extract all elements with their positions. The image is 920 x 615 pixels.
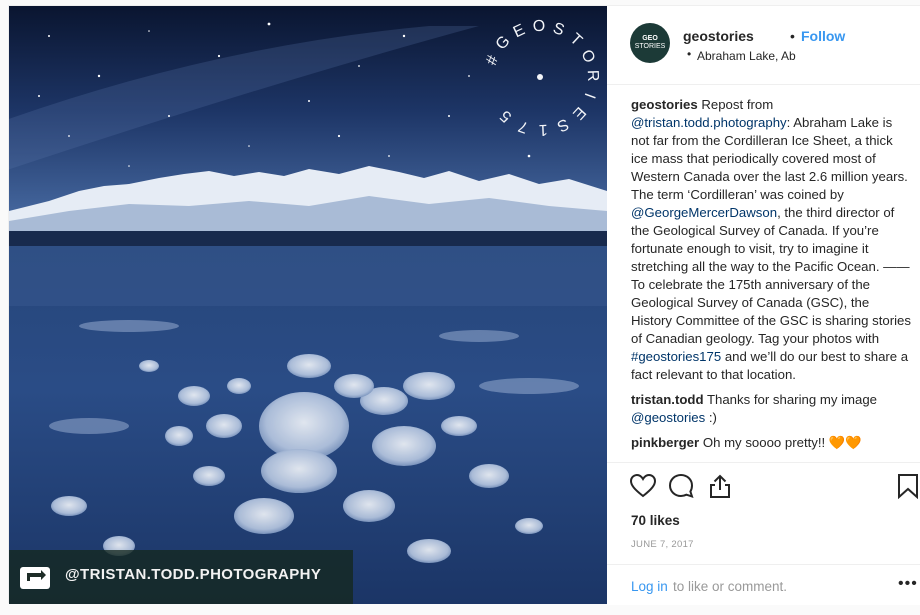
repost-icon (20, 567, 50, 589)
comment-item: tristan.todd Thanks for sharing my image… (631, 391, 911, 427)
comment-text: , the third director of the Geological S… (631, 205, 911, 346)
comment-link[interactable]: @geostories (631, 410, 705, 425)
comment-text: Oh my soooo pretty!! 🧡🧡 (699, 435, 862, 450)
avatar-text-line2: STORIES (634, 43, 666, 50)
comment-item: geostories Repost from @tristan.todd.pho… (631, 96, 911, 384)
share-icon[interactable] (707, 473, 733, 499)
follow-button[interactable]: Follow (801, 28, 845, 44)
comment-text: Repost from (697, 97, 774, 112)
comment-link[interactable]: #geostories175 (631, 349, 721, 364)
comment-icon[interactable] (668, 473, 694, 499)
location-bullet: • (687, 47, 692, 61)
photo-credit-bar: @TRISTAN.TODD.PHOTOGRAPHY (9, 550, 353, 604)
stamp-center-dot (537, 74, 543, 80)
comment-username[interactable]: tristan.todd (631, 392, 704, 407)
post-location[interactable]: Abraham Lake, Ab (697, 49, 796, 63)
comment-username[interactable]: geostories (631, 97, 698, 112)
post-username[interactable]: geostories (683, 28, 754, 44)
login-prompt-text: to like or comment. (673, 579, 788, 594)
geostories-stamp: # G E O S T O R I E S 1 7 5 (481, 18, 601, 138)
post-header: GEO STORIES geostories • Follow • Abraha… (607, 6, 920, 85)
post-card: # G E O S T O R I E S 1 7 5 @TRISTAN.TODD.PHOTOGRAPHY… (8, 5, 920, 605)
post-photo[interactable]: # G E O S T O R I E S 1 7 5 @TRISTAN.TODD.PHOTOGRAPHY (9, 6, 607, 604)
actions-panel: 70 likes JUNE 7, 2017 Log in to like or … (607, 462, 920, 605)
post-date: JUNE 7, 2017 (631, 539, 694, 550)
avatar-text-line1: GEO (642, 35, 658, 42)
heart-icon[interactable] (630, 473, 656, 499)
photo-credit-handle: @TRISTAN.TODD.PHOTOGRAPHY (65, 566, 322, 583)
avatar[interactable]: GEO STORIES (630, 23, 670, 63)
like-count[interactable]: 70 likes (631, 513, 680, 528)
bookmark-icon[interactable] (895, 473, 920, 499)
login-row: Log in to like or comment. ••• (607, 564, 920, 606)
comment-text: :) (705, 410, 717, 425)
comment-item: pinkberger Oh my soooo pretty!! 🧡🧡 (631, 434, 911, 452)
comment-username[interactable]: pinkberger (631, 435, 699, 450)
post-sidebar: GEO STORIES geostories • Follow • Abraha… (607, 6, 920, 605)
more-options-icon[interactable]: ••• (898, 575, 918, 593)
comments-list[interactable]: geostories Repost from @tristan.todd.pho… (631, 96, 911, 462)
comment-link[interactable]: @tristan.todd.photography (631, 115, 787, 130)
comment-link[interactable]: @GeorgeMercerDawson (631, 205, 777, 220)
comment-text: Thanks for sharing my image (703, 392, 877, 407)
login-link[interactable]: Log in (631, 579, 668, 594)
header-separator: • (790, 28, 795, 44)
